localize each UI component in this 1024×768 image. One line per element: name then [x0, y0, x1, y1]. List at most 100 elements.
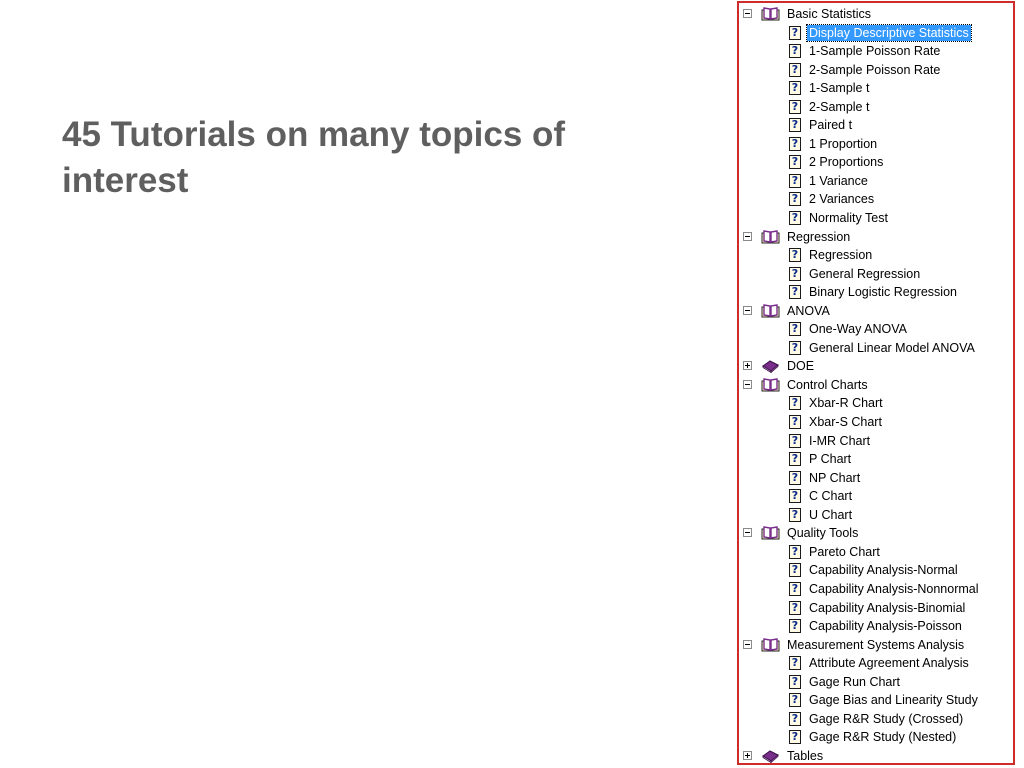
collapse-toggle-icon[interactable]	[743, 9, 752, 18]
tree-group-label[interactable]: Measurement Systems Analysis	[785, 636, 966, 655]
help-page-icon: ?	[789, 192, 801, 207]
tree-item-label[interactable]: Gage Run Chart	[807, 673, 902, 692]
tree-item-label[interactable]: Regression	[807, 246, 874, 265]
tree-item-label[interactable]: Attribute Agreement Analysis	[807, 654, 971, 673]
tree-item-display-descriptive-statistics[interactable]: ? Display Descriptive Statistics	[739, 23, 1013, 43]
tree-item-u-chart[interactable]: ? U Chart	[739, 506, 1013, 525]
collapse-toggle-icon[interactable]	[743, 379, 752, 389]
collapse-toggle-icon[interactable]	[743, 528, 752, 538]
tree-item-regression[interactable]: ? Regression	[739, 246, 1013, 265]
help-page-icon: ?	[789, 711, 801, 726]
tree-item-np-chart[interactable]: ? NP Chart	[739, 469, 1013, 488]
tree-item-label[interactable]: Pareto Chart	[807, 543, 882, 562]
tree-item-xbar-s-chart[interactable]: ? Xbar-S Chart	[739, 413, 1013, 432]
tree-item-2-variances[interactable]: ? 2 Variances	[739, 190, 1013, 209]
tree-item-p-chart[interactable]: ? P Chart	[739, 450, 1013, 469]
help-page-icon: ?	[789, 322, 801, 337]
tree-group-label[interactable]: Control Charts	[785, 376, 870, 395]
help-page-icon: ?	[789, 563, 801, 578]
tree-item-2-sample-t[interactable]: ? 2-Sample t	[739, 98, 1013, 117]
open-book-icon	[761, 303, 780, 318]
tree-item-label[interactable]: Xbar-S Chart	[807, 413, 884, 432]
tree-item-label[interactable]: 2-Sample t	[807, 98, 871, 117]
tree-item-label[interactable]: P Chart	[807, 450, 853, 469]
tree-item-label[interactable]: Capability Analysis-Normal	[807, 561, 960, 580]
tree-item-paired-t[interactable]: ? Paired t	[739, 116, 1013, 135]
tree-item-pareto-chart[interactable]: ? Pareto Chart	[739, 543, 1013, 562]
tree-item-label[interactable]: NP Chart	[807, 469, 862, 488]
help-page-icon: ?	[789, 396, 801, 411]
tree-item-2-proportions[interactable]: ? 2 Proportions	[739, 153, 1013, 172]
tree-item-label[interactable]: 2-Sample Poisson Rate	[807, 61, 942, 80]
tree-item-label[interactable]: C Chart	[807, 487, 854, 506]
tree-item-1-sample-t[interactable]: ? 1-Sample t	[739, 79, 1013, 98]
collapse-toggle-icon[interactable]	[743, 231, 752, 241]
tree-item-gage-run-chart[interactable]: ? Gage Run Chart	[739, 673, 1013, 692]
tree-item-label[interactable]: Binary Logistic Regression	[807, 283, 959, 302]
tree-group-regression[interactable]: Regression	[739, 228, 1013, 247]
tree-item-attribute-agreement-analysis[interactable]: ? Attribute Agreement Analysis	[739, 654, 1013, 673]
tree-group-label[interactable]: Quality Tools	[785, 524, 860, 543]
tree-item-label[interactable]: 1 Proportion	[807, 135, 879, 154]
tree-group-doe[interactable]: DOE	[739, 357, 1013, 376]
tree-item-capability-analysis-normal[interactable]: ? Capability Analysis-Normal	[739, 561, 1013, 580]
expand-toggle-icon[interactable]	[743, 361, 752, 371]
tree-item-one-way-anova[interactable]: ? One-Way ANOVA	[739, 320, 1013, 339]
tree-group-quality-tools[interactable]: Quality Tools	[739, 524, 1013, 543]
tree-item-gage-randr-study-crossed[interactable]: ? Gage R&R Study (Crossed)	[739, 710, 1013, 729]
tree-item-general-regression[interactable]: ? General Regression	[739, 265, 1013, 284]
tree-item-1-proportion[interactable]: ? 1 Proportion	[739, 135, 1013, 154]
tree-item-label[interactable]: Xbar-R Chart	[807, 394, 885, 413]
tree-item-label[interactable]: Gage R&R Study (Crossed)	[807, 710, 965, 729]
tree-item-normality-test[interactable]: ? Normality Test	[739, 209, 1013, 228]
help-page-icon: ?	[789, 211, 801, 226]
tree-item-1-sample-poisson-rate[interactable]: ? 1-Sample Poisson Rate	[739, 42, 1013, 61]
tree-item-label[interactable]: Normality Test	[807, 209, 890, 228]
topic-tree[interactable]: Basic Statistics? Display Descriptive Sta…	[739, 5, 1013, 763]
tree-item-binary-logistic-regression[interactable]: ? Binary Logistic Regression	[739, 283, 1013, 302]
tree-group-label[interactable]: Basic Statistics	[785, 5, 873, 24]
tree-group-label[interactable]: ANOVA	[785, 302, 832, 321]
tree-item-label[interactable]: I-MR Chart	[807, 432, 872, 451]
tree-item-label[interactable]: General Regression	[807, 265, 922, 284]
tree-item-gage-randr-study-nested[interactable]: ? Gage R&R Study (Nested)	[739, 728, 1013, 747]
tree-group-label[interactable]: DOE	[785, 357, 816, 376]
tree-item-gage-bias-and-linearity-study[interactable]: ? Gage Bias and Linearity Study	[739, 691, 1013, 710]
tree-group-basic-statistics[interactable]: Basic Statistics	[739, 5, 1013, 24]
tree-group-anova[interactable]: ANOVA	[739, 302, 1013, 321]
tree-item-general-linear-model-anova[interactable]: ? General Linear Model ANOVA	[739, 339, 1013, 358]
tree-item-label[interactable]: General Linear Model ANOVA	[807, 339, 977, 358]
tree-group-tables[interactable]: Tables	[739, 747, 1013, 763]
tree-item-i-mr-chart[interactable]: ? I-MR Chart	[739, 432, 1013, 451]
tree-item-label[interactable]: Gage R&R Study (Nested)	[807, 728, 958, 747]
tree-item-label[interactable]: Capability Analysis-Poisson	[807, 617, 964, 636]
tree-item-label[interactable]: Display Descriptive Statistics	[806, 23, 972, 42]
tree-item-xbar-r-chart[interactable]: ? Xbar-R Chart	[739, 394, 1013, 413]
collapse-toggle-icon[interactable]	[743, 305, 752, 315]
tree-group-measurement-systems-analysis[interactable]: Measurement Systems Analysis	[739, 636, 1013, 655]
tree-item-capability-analysis-poisson[interactable]: ? Capability Analysis-Poisson	[739, 617, 1013, 636]
tree-item-label[interactable]: Capability Analysis-Binomial	[807, 599, 967, 618]
tree-item-label[interactable]: 1-Sample Poisson Rate	[807, 42, 942, 61]
tree-item-label[interactable]: 1 Variance	[807, 172, 870, 191]
expand-toggle-icon[interactable]	[743, 750, 752, 760]
tree-item-label[interactable]: U Chart	[807, 506, 854, 525]
tree-item-label[interactable]: 2 Proportions	[807, 153, 885, 172]
tree-item-capability-analysis-nonnormal[interactable]: ? Capability Analysis-Nonnormal	[739, 580, 1013, 599]
tree-group-control-charts[interactable]: Control Charts	[739, 376, 1013, 395]
tree-item-label[interactable]: Gage Bias and Linearity Study	[807, 691, 980, 710]
tree-group-label[interactable]: Tables	[785, 747, 825, 763]
tree-item-label[interactable]: Capability Analysis-Nonnormal	[807, 580, 981, 599]
tree-item-2-sample-poisson-rate[interactable]: ? 2-Sample Poisson Rate	[739, 61, 1013, 80]
tree-item-label[interactable]: 1-Sample t	[807, 79, 871, 98]
tree-item-label[interactable]: One-Way ANOVA	[807, 320, 909, 339]
tree-item-label[interactable]: 2 Variances	[807, 190, 876, 209]
help-page-icon: ?	[789, 81, 801, 96]
tree-item-label[interactable]: Paired t	[807, 116, 854, 135]
tree-item-capability-analysis-binomial[interactable]: ? Capability Analysis-Binomial	[739, 599, 1013, 618]
topic-tree-panel[interactable]: Basic Statistics? Display Descriptive Sta…	[737, 1, 1015, 765]
collapse-toggle-icon[interactable]	[743, 639, 752, 649]
tree-group-label[interactable]: Regression	[785, 228, 852, 247]
tree-item-c-chart[interactable]: ? C Chart	[739, 487, 1013, 506]
tree-item-1-variance[interactable]: ? 1 Variance	[739, 172, 1013, 191]
